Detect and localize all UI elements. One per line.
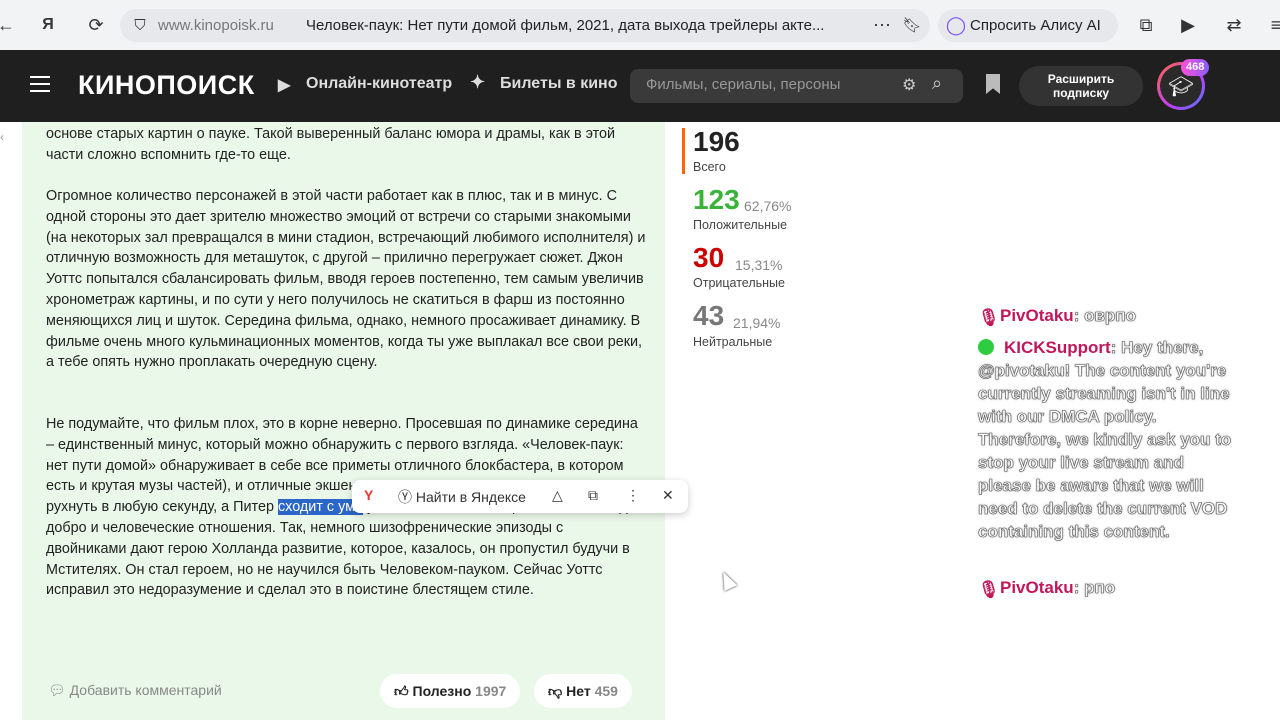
- positive-count: 123: [693, 184, 740, 215]
- close-icon[interactable]: ✕: [662, 487, 674, 504]
- extensions-icon[interactable]: ⧉: [1134, 13, 1158, 37]
- media-icon[interactable]: ▶: [1176, 13, 1200, 37]
- positive-label: Положительные: [693, 218, 788, 232]
- search-box: ⚙ ⌕: [630, 69, 963, 103]
- neutral-count: 43: [693, 300, 725, 331]
- comment-icon: 💬︎: [48, 682, 66, 698]
- page-title: Человек-паук: Нет пути домой фильм, 2021…: [306, 17, 825, 34]
- back-icon[interactable]: ←: [0, 13, 18, 37]
- total-label: Всего: [693, 160, 726, 174]
- alice-label: Спросить Алису AI: [970, 17, 1101, 34]
- hamburger-icon[interactable]: [30, 76, 50, 92]
- thumbs-up-icon: 👍︎: [394, 683, 409, 699]
- chat-message: KICKSupport: Hey there, @pivotaku! The c…: [978, 338, 1232, 542]
- reload-icon[interactable]: ⟳: [84, 13, 108, 37]
- mouse-cursor: [716, 568, 738, 592]
- nav-tickets[interactable]: Билеты в кино: [500, 75, 617, 93]
- chevron-left-icon[interactable]: ‹: [0, 130, 22, 154]
- not-useful-button[interactable]: 👎︎ Нет 459: [534, 674, 632, 708]
- positive-percent: 62,76%: [744, 198, 792, 214]
- chat-username: KICKSupport: [1004, 338, 1111, 357]
- more-icon[interactable]: ⋯: [870, 13, 894, 37]
- filter-icon[interactable]: ⚙: [902, 75, 916, 95]
- selection-popup: Y Ⓨ Найти в Яндексе △ ⧉ ⋮ ✕: [352, 480, 688, 513]
- useful-button[interactable]: 👍︎ Полезно 1997: [380, 674, 521, 708]
- negative-label: Отрицательные: [693, 276, 785, 290]
- search-icon[interactable]: ⌕: [932, 73, 942, 94]
- review-paragraph: основе старых картин о пауке. Такой выве…: [46, 126, 616, 163]
- thumbs-down-icon: 👎︎: [548, 683, 563, 699]
- yandex-icon[interactable]: Я: [36, 13, 60, 37]
- search-input[interactable]: [646, 76, 886, 93]
- selected-text: сходит с ума: [277, 499, 364, 516]
- play-icon: ▶: [278, 77, 291, 94]
- chat-username: PivOtaku: [1000, 306, 1074, 325]
- bookmark-icon[interactable]: 🔖︎: [900, 13, 924, 37]
- alice-button[interactable]: ◯ Спросить Алису AI: [938, 9, 1118, 42]
- browser-toolbar: ← Я ⟳ ⛉ www.kinopoisk.ru Человек-паук: Н…: [0, 0, 1280, 50]
- url-domain: www.kinopoisk.ru: [158, 17, 274, 34]
- chat-message: 🎙︎PivOtaku: оврпо: [978, 306, 1136, 327]
- copy-icon[interactable]: ⧉: [588, 487, 598, 504]
- neutral-percent: 21,94%: [733, 315, 781, 331]
- points-badge: 468: [1181, 59, 1210, 76]
- add-comment-link[interactable]: 💬︎ Добавить комментарий: [48, 682, 222, 699]
- negative-count: 30: [693, 242, 725, 273]
- chat-message: 🎙︎PivOtaku: рпо: [978, 578, 1116, 599]
- ticket-icon: ✦: [470, 72, 486, 92]
- review-panel: основе старых картин о пауке. Такой выве…: [22, 122, 665, 720]
- microphone-icon: 🎙︎: [978, 580, 1000, 599]
- subscribe-button[interactable]: Расширить подписку: [1019, 66, 1143, 106]
- alice-popup-icon[interactable]: △: [552, 487, 563, 504]
- total-count: 196: [693, 126, 740, 157]
- more-vertical-icon[interactable]: ⋮: [626, 487, 640, 504]
- menu-icon[interactable]: ≡: [1264, 13, 1280, 37]
- alice-icon: ◯: [945, 14, 967, 35]
- find-in-yandex-button[interactable]: Ⓨ Найти в Яндексе: [398, 487, 526, 507]
- neutral-label: Нейтральные: [693, 335, 773, 349]
- stats-accent-line: [682, 128, 685, 174]
- address-bar[interactable]: ⛉ www.kinopoisk.ru Человек-паук: Нет пут…: [120, 9, 930, 42]
- translate-icon[interactable]: ⇄: [1222, 13, 1246, 37]
- yandex-browser-icon[interactable]: Y: [364, 487, 373, 503]
- shield-icon: ⛉: [134, 16, 146, 34]
- site-header: КИНОПОИСК ▶ Онлайн-кинотеатр ✦ Билеты в …: [0, 50, 1280, 122]
- kinopoisk-logo[interactable]: КИНОПОИСК: [78, 70, 255, 101]
- microphone-icon: 🎙︎: [978, 308, 1000, 327]
- negative-percent: 15,31%: [735, 257, 783, 273]
- verified-icon: [978, 339, 994, 355]
- chat-username: PivOtaku: [1000, 578, 1074, 597]
- bookmark-list-icon[interactable]: [986, 74, 1000, 94]
- nav-online-cinema[interactable]: Онлайн-кинотеатр: [306, 75, 452, 93]
- review-paragraph: Огромное количество персонажей в этой ча…: [46, 188, 646, 371]
